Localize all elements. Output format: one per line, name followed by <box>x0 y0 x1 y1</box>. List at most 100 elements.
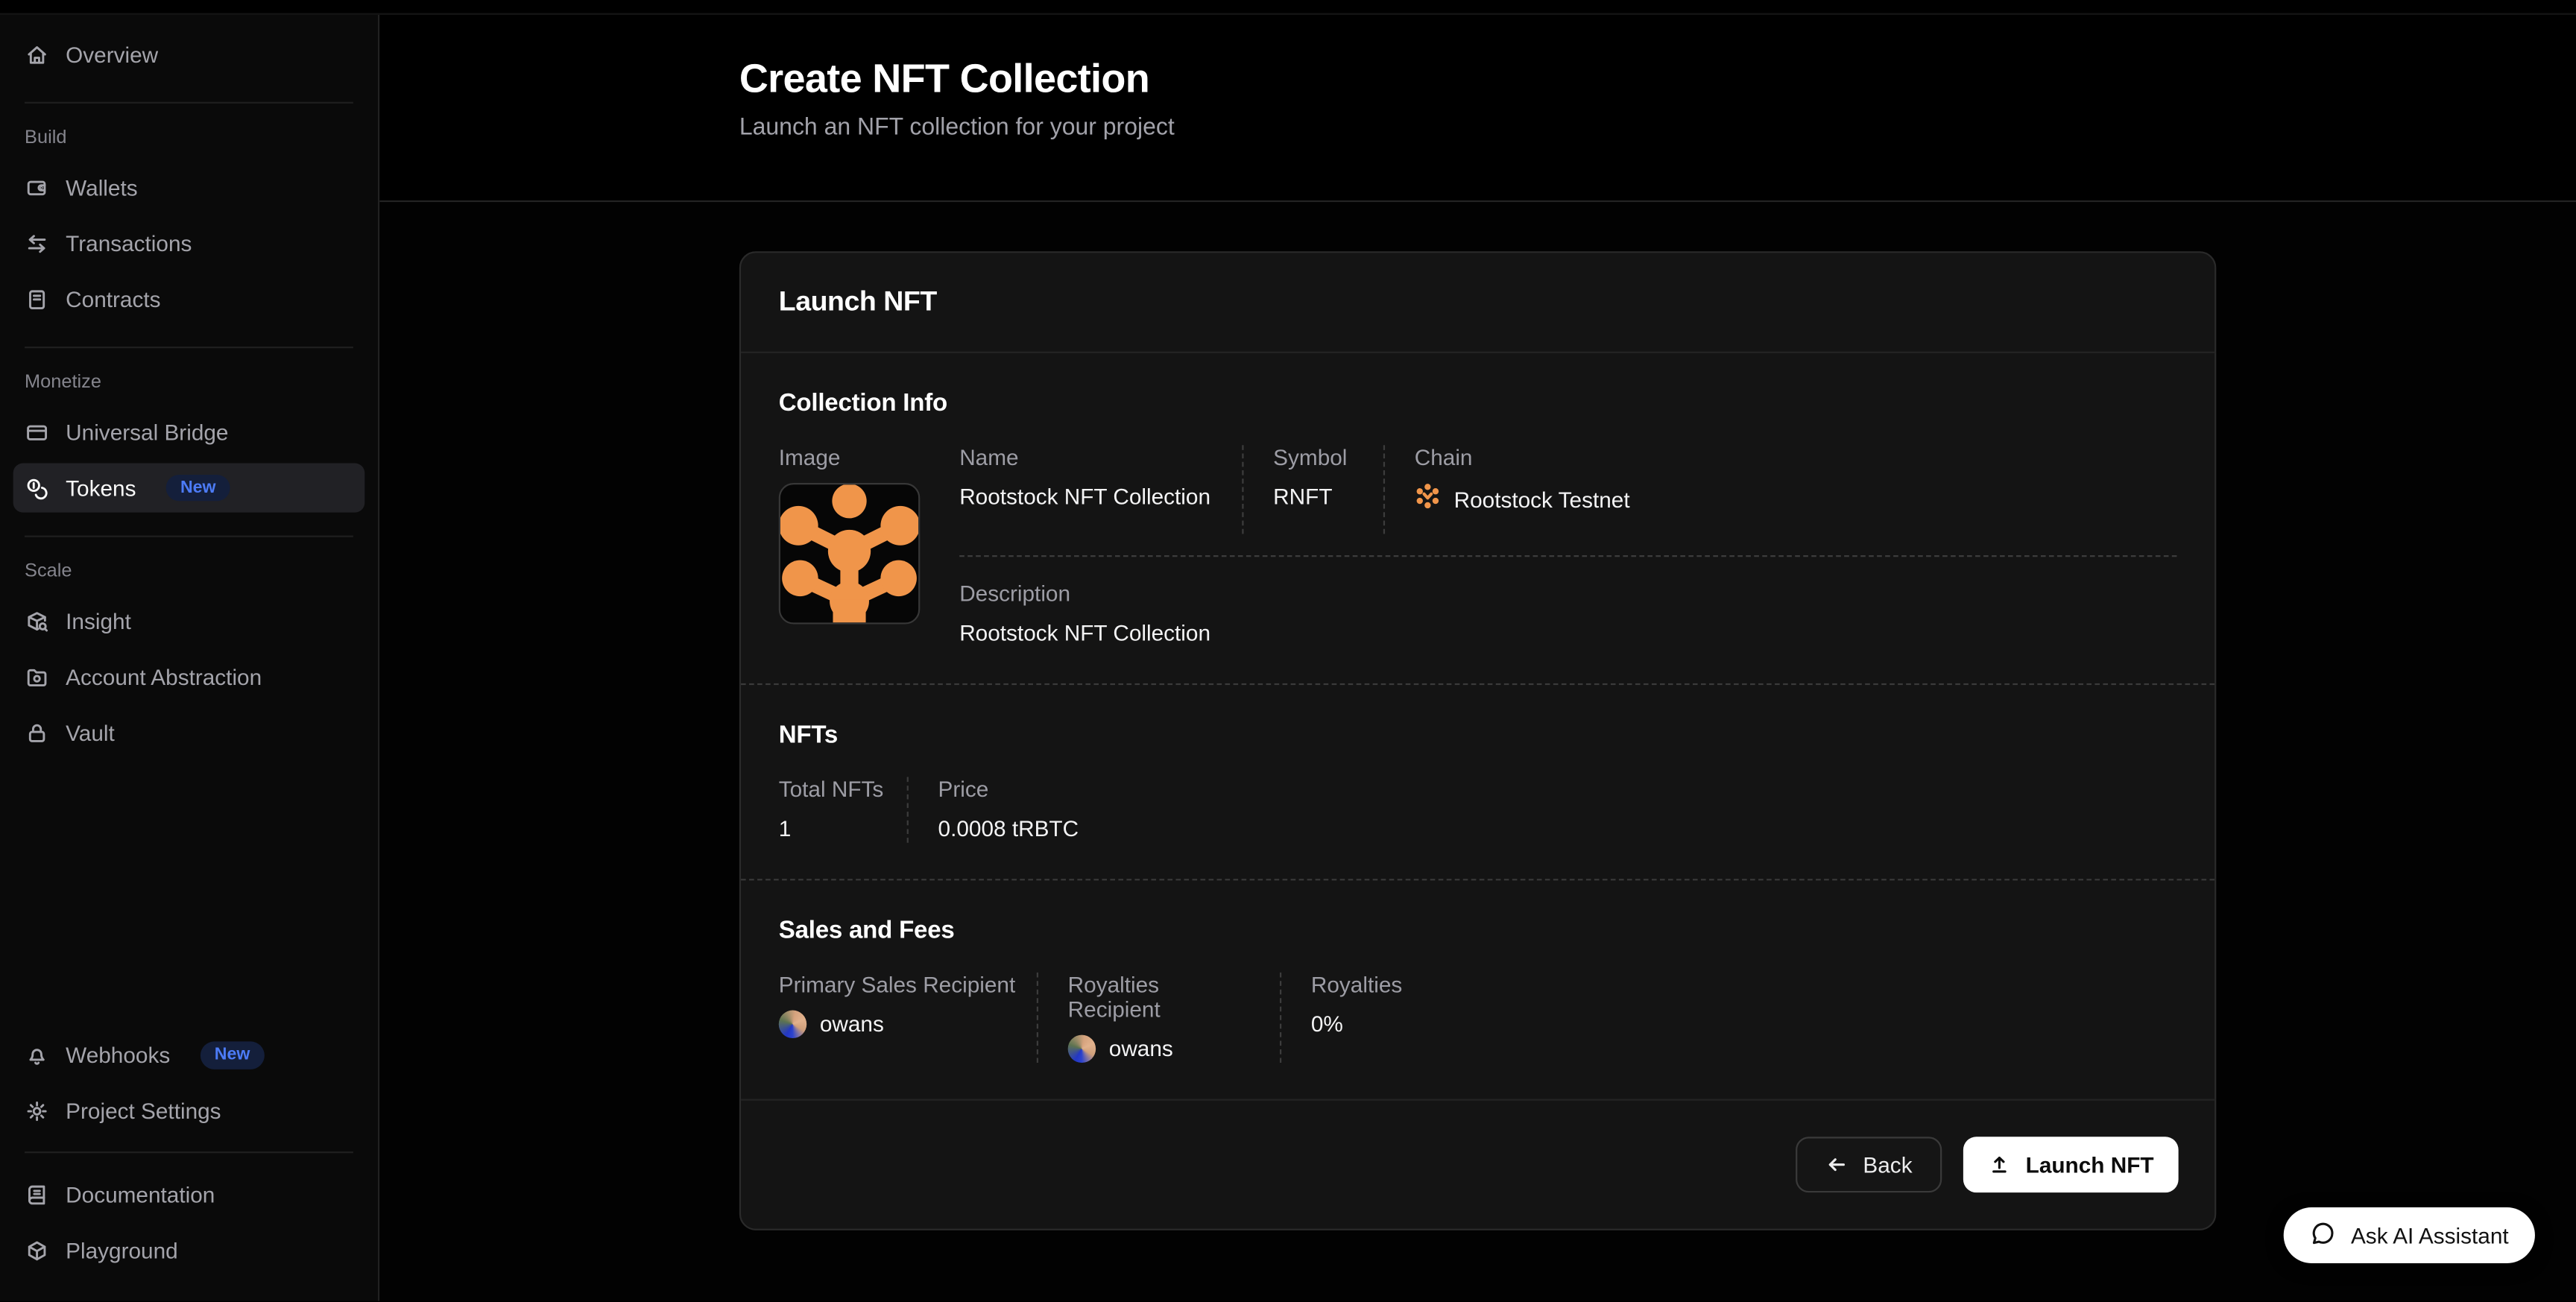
contract-file-icon <box>25 287 49 312</box>
field-value: Rootstock NFT Collection <box>959 619 2176 647</box>
divider <box>25 1152 353 1154</box>
sidebar-item-label: Wallets <box>66 175 137 200</box>
coins-icon <box>25 475 49 500</box>
card-footer: Back Launch NFT <box>741 1099 2214 1229</box>
sidebar-item-overview[interactable]: Overview <box>13 30 365 79</box>
gear-icon <box>25 1099 49 1123</box>
chat-bubble-icon <box>2310 1220 2336 1251</box>
sidebar-item-project-settings[interactable]: Project Settings <box>13 1087 365 1136</box>
name-field: Name Rootstock NFT Collection <box>959 445 1242 534</box>
home-icon <box>25 42 49 66</box>
chain-field: Chain <box>1385 445 2176 534</box>
lock-icon <box>25 720 49 745</box>
window-top-strip <box>0 0 2576 15</box>
field-label: Description <box>959 581 2176 606</box>
sidebar-item-tokens[interactable]: Tokens New <box>13 464 365 513</box>
sidebar-item-contracts[interactable]: Contracts <box>13 274 365 323</box>
new-badge: New <box>165 474 230 501</box>
field-value: RNFT <box>1273 483 1354 511</box>
sidebar-item-label: Documentation <box>66 1183 215 1207</box>
book-icon <box>25 1183 49 1207</box>
sidebar: Overview Build Wallets Transactions Cont… <box>0 0 379 1302</box>
sidebar-section-build: Build <box>13 128 365 148</box>
divider <box>959 555 2176 557</box>
sidebar-item-playground[interactable]: Playground <box>13 1226 365 1275</box>
credit-card-icon <box>25 420 49 444</box>
avatar <box>779 1011 806 1038</box>
section-heading: Collection Info <box>779 389 2177 417</box>
rootstock-icon <box>1415 483 1441 516</box>
sidebar-item-documentation[interactable]: Documentation <box>13 1170 365 1219</box>
sidebar-item-wallets[interactable]: Wallets <box>13 162 365 212</box>
sidebar-section-scale: Scale <box>13 562 365 581</box>
folder-icon <box>25 665 49 689</box>
symbol-field: Symbol RNFT <box>1244 445 1383 534</box>
back-button-label: Back <box>1863 1152 1912 1177</box>
sidebar-item-label: Vault <box>66 720 115 745</box>
content-area: Launch NFT Collection Info Image <box>379 202 2576 1230</box>
page-title: Create NFT Collection <box>739 59 2576 103</box>
sidebar-item-vault[interactable]: Vault <box>13 708 365 757</box>
collection-image-preview <box>779 483 921 625</box>
sidebar-item-webhooks[interactable]: Webhooks New <box>13 1031 365 1080</box>
sidebar-item-insight[interactable]: Insight <box>13 596 365 645</box>
field-value: Rootstock Testnet <box>1454 485 1630 513</box>
bell-icon <box>25 1043 49 1067</box>
field-label: Price <box>938 777 1079 802</box>
card-title: Launch NFT <box>779 286 2177 319</box>
sidebar-item-label: Playground <box>66 1239 178 1263</box>
sidebar-item-transactions[interactable]: Transactions <box>13 218 365 268</box>
field-value: owans <box>820 1011 884 1038</box>
royalties-field: Royalties 0% <box>1281 973 1402 1063</box>
wallet-icon <box>25 175 49 200</box>
royalties-recipient-field: Royalties Recipient owans <box>1038 973 1280 1063</box>
launch-nft-card: Launch NFT Collection Info Image <box>739 251 2216 1230</box>
collection-info-section: Collection Info Image <box>741 353 2214 683</box>
field-label: Total NFTs <box>779 777 907 802</box>
sidebar-item-universal-bridge[interactable]: Universal Bridge <box>13 408 365 457</box>
total-nfts-field: Total NFTs 1 <box>779 777 907 843</box>
rootstock-goo-logo <box>780 484 918 622</box>
divider <box>25 536 353 537</box>
sidebar-section-monetize: Monetize <box>13 373 365 392</box>
field-label: Royalties Recipient <box>1068 973 1251 1022</box>
ask-ai-assistant-label: Ask AI Assistant <box>2351 1224 2509 1248</box>
page-header: Create NFT Collection Launch an NFT coll… <box>379 0 2576 202</box>
arrows-left-right-icon <box>25 231 49 256</box>
divider <box>25 347 353 348</box>
sidebar-item-label: Universal Bridge <box>66 420 228 444</box>
field-value: 0.0008 tRBTC <box>938 815 1079 842</box>
sidebar-item-label: Webhooks <box>66 1043 170 1067</box>
field-value: owans <box>1109 1035 1173 1063</box>
launch-nft-button[interactable]: Launch NFT <box>1963 1137 2179 1192</box>
avatar <box>1068 1035 1096 1063</box>
launch-nft-button-label: Launch NFT <box>2026 1152 2154 1177</box>
field-label: Chain <box>1415 445 2177 470</box>
app-root: Overview Build Wallets Transactions Cont… <box>0 0 2576 1302</box>
sidebar-item-label: Project Settings <box>66 1099 221 1123</box>
arrow-left-icon <box>1825 1153 1849 1176</box>
field-label: Image <box>779 445 959 470</box>
sidebar-item-label: Account Abstraction <box>66 665 262 689</box>
sidebar-item-label: Contracts <box>66 287 160 312</box>
field-value: Rootstock NFT Collection <box>959 483 1212 511</box>
new-badge: New <box>200 1042 265 1069</box>
sales-and-fees-section: Sales and Fees Primary Sales Recipient o… <box>741 880 2214 1099</box>
field-value: 0% <box>1311 1011 1402 1038</box>
card-header: Launch NFT <box>741 253 2214 353</box>
sidebar-item-account-abstraction[interactable]: Account Abstraction <box>13 652 365 701</box>
image-field: Image <box>779 445 959 647</box>
field-value: 1 <box>779 815 907 842</box>
upload-icon <box>1988 1153 2011 1176</box>
sidebar-item-label: Tokens <box>66 475 136 500</box>
field-label: Symbol <box>1273 445 1354 470</box>
description-field: Description Rootstock NFT Collection <box>959 581 2176 647</box>
sidebar-item-label: Insight <box>66 609 131 633</box>
divider <box>25 102 353 104</box>
ask-ai-assistant-button[interactable]: Ask AI Assistant <box>2284 1208 2535 1264</box>
back-button[interactable]: Back <box>1796 1137 1942 1192</box>
main-area: Create NFT Collection Launch an NFT coll… <box>379 0 2576 1302</box>
nfts-section: NFTs Total NFTs 1 Price 0.0008 tRBTC <box>741 685 2214 879</box>
sidebar-item-label: Transactions <box>66 231 192 256</box>
field-label: Name <box>959 445 1212 470</box>
